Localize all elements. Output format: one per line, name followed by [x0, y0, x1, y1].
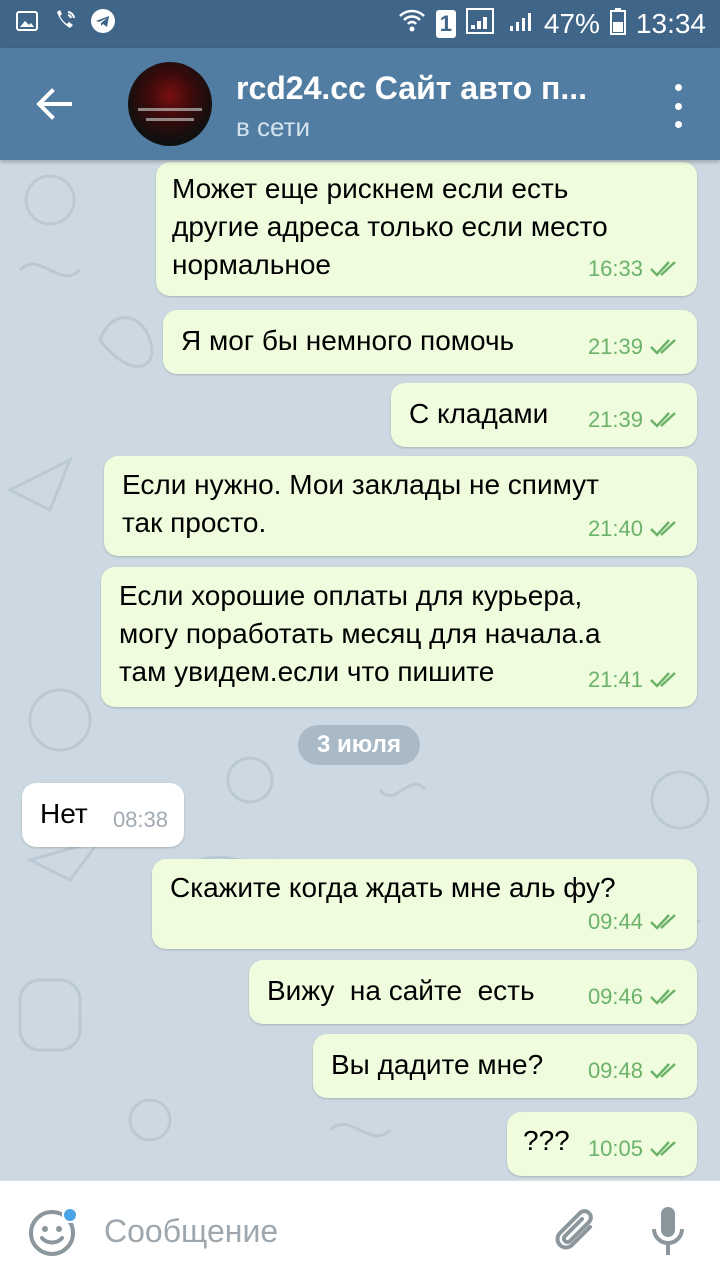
signal-icon: [465, 7, 496, 42]
message-text: Если хорошие оплаты для курьера, могу по…: [119, 580, 601, 687]
back-button[interactable]: [26, 78, 82, 130]
dot-icon: [674, 102, 682, 110]
double-check-icon: [650, 261, 676, 277]
smiley-icon: [29, 1207, 78, 1256]
wifi-icon: [398, 8, 426, 41]
message-time: 08:38: [112, 807, 168, 832]
avatar[interactable]: [128, 62, 212, 146]
double-check-icon: [650, 989, 676, 1005]
message-text: Нет: [40, 798, 88, 829]
status-bar: 1 47% 13:34: [0, 0, 720, 48]
clock: 13:34: [635, 8, 706, 39]
double-check-icon: [650, 339, 676, 355]
attach-button[interactable]: [552, 1207, 600, 1257]
message-time: 09:46: [587, 984, 643, 1009]
message-text: Если нужно. Мои заклады не спимут так пр…: [122, 469, 599, 538]
message-time: 21:39: [587, 334, 643, 359]
message-time: 21:39: [587, 407, 643, 432]
chat-header: rcd24.cc Сайт авто п... в сети: [0, 48, 720, 160]
date-separator: 3 июля: [298, 725, 420, 765]
message-bubble[interactable]: Скажите когда ждать мне аль фу? 09:44: [152, 859, 697, 949]
message-bubble[interactable]: С кладами 21:39: [391, 383, 697, 447]
message-bubble[interactable]: Может еще рискнем если есть другие адрес…: [156, 162, 697, 296]
microphone-icon: [652, 1207, 684, 1255]
chat-title[interactable]: rcd24.cc Сайт авто п...: [236, 70, 626, 107]
battery-percent: 47%: [543, 8, 600, 39]
chat-status: в сети: [236, 112, 311, 142]
message-text: Я мог бы немного помочь: [181, 325, 515, 356]
double-check-icon: [650, 412, 676, 428]
message-bubble[interactable]: ??? 10:05: [507, 1112, 697, 1176]
microphone-button[interactable]: [650, 1205, 686, 1259]
message-text: Вы дадите мне?: [331, 1049, 544, 1080]
more-menu-button[interactable]: [668, 84, 688, 128]
message-text: Вижу на сайте есть: [267, 975, 535, 1006]
double-check-icon: [650, 914, 676, 930]
message-input-bar: Сообщение: [0, 1180, 720, 1281]
signal-icon-2: [506, 7, 534, 42]
double-check-icon: [650, 1063, 676, 1079]
message-text: С кладами: [409, 398, 549, 429]
message-time: 21:40: [587, 516, 643, 541]
wifi-call-icon: [52, 8, 78, 34]
double-check-icon: [650, 672, 676, 688]
battery-icon: [609, 7, 626, 42]
message-time: 21:41: [587, 667, 643, 692]
image-icon: [14, 8, 40, 34]
message-bubble[interactable]: Если хорошие оплаты для курьера, могу по…: [101, 567, 697, 707]
emoji-button[interactable]: [28, 1207, 78, 1257]
message-input[interactable]: Сообщение: [104, 1209, 524, 1253]
message-time: 09:44: [587, 909, 643, 934]
double-check-icon: [650, 1141, 676, 1157]
paperclip-icon: [555, 1209, 593, 1250]
double-check-icon: [650, 521, 676, 537]
telegram-icon: [90, 8, 116, 34]
message-time: 09:48: [587, 1058, 643, 1083]
message-bubble[interactable]: Вы дадите мне? 09:48: [313, 1034, 697, 1098]
message-bubble[interactable]: Нет 08:38: [22, 783, 184, 847]
dot-icon: [674, 84, 682, 91]
message-text: Может еще рискнем если есть другие адрес…: [172, 173, 608, 280]
sim-badge: 1: [435, 10, 456, 38]
chat-area[interactable]: Может еще рискнем если есть другие адрес…: [0, 160, 720, 1180]
arrow-left-icon: [36, 88, 72, 120]
message-bubble[interactable]: Если нужно. Мои заклады не спимут так пр…: [104, 456, 697, 556]
message-time: 10:05: [587, 1136, 643, 1161]
message-time: 16:33: [587, 256, 643, 281]
message-text: ???: [523, 1125, 570, 1156]
message-text: Скажите когда ждать мне аль фу?: [170, 872, 616, 903]
message-bubble[interactable]: Вижу на сайте есть 09:46: [249, 960, 697, 1024]
dot-icon: [674, 121, 682, 128]
message-bubble[interactable]: Я мог бы немного помочь 21:39: [163, 310, 697, 374]
